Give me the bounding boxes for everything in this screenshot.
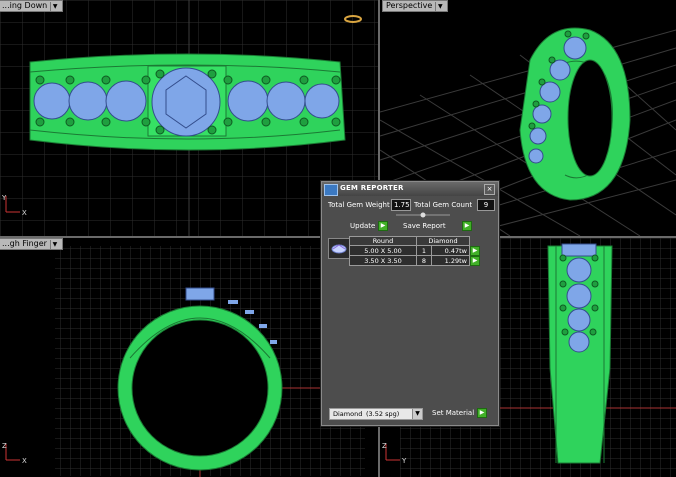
material-select-detail: (3.52 spg) bbox=[366, 410, 400, 418]
axis-gizmo bbox=[385, 444, 400, 461]
viewport-label-text: ...gh Finger bbox=[2, 239, 47, 248]
ring-top-view bbox=[29, 53, 346, 151]
axis-z-label: Z bbox=[2, 442, 7, 450]
gem-reporter-dialog: GEM REPORTER × Total Gem Weight 1.75 Tot… bbox=[321, 181, 499, 426]
viewport-label[interactable]: ...ing Down ▼ bbox=[0, 0, 64, 12]
table-row[interactable]: 5.00 X 5.00 1 0.47tw ▶ bbox=[349, 245, 481, 256]
cell-weight: 0.47tw bbox=[431, 245, 470, 256]
dropdown-arrow-icon[interactable]: ▼ bbox=[49, 240, 59, 250]
axis-y-label: Y bbox=[1, 194, 7, 202]
total-gem-count-label: Total Gem Count bbox=[414, 201, 473, 209]
header-shape: Round bbox=[349, 236, 417, 246]
round-diamond-icon bbox=[331, 244, 347, 254]
viewport-label-text: ...ing Down bbox=[2, 1, 48, 10]
total-gem-weight-value: 1.75 bbox=[391, 199, 411, 211]
material-select-value: Diamond bbox=[333, 410, 363, 418]
total-gem-weight-label: Total Gem Weight bbox=[328, 201, 390, 209]
row-select-button[interactable]: ▶ bbox=[470, 255, 480, 266]
update-button[interactable]: ▶ bbox=[378, 221, 388, 231]
axis-x-label: X bbox=[22, 209, 27, 217]
cell-count: 8 bbox=[416, 255, 432, 266]
ring-side-view bbox=[547, 243, 613, 464]
gem-thumbnail bbox=[328, 238, 351, 259]
cell-count: 1 bbox=[416, 245, 432, 256]
dialog-titlebar[interactable]: GEM REPORTER × bbox=[322, 182, 498, 196]
update-label: Update bbox=[350, 222, 376, 230]
header-material: Diamond bbox=[416, 236, 470, 246]
dialog-splitter[interactable] bbox=[396, 212, 450, 218]
save-report-button[interactable]: ▶ bbox=[462, 221, 472, 231]
app-logo-icon bbox=[324, 184, 338, 196]
viewport-label[interactable]: ...gh Finger ▼ bbox=[0, 238, 63, 250]
ring-perspective bbox=[519, 27, 631, 201]
material-select[interactable]: Diamond (3.52 spg) ▼ bbox=[329, 408, 423, 420]
dropdown-arrow-icon[interactable]: ▼ bbox=[435, 2, 444, 12]
close-button[interactable]: × bbox=[484, 184, 495, 195]
total-gem-count-value: 9 bbox=[477, 199, 495, 211]
viewport-label-text: Perspective bbox=[386, 1, 433, 10]
chevron-down-icon[interactable]: ▼ bbox=[412, 409, 422, 419]
table-row[interactable]: 3.50 X 3.50 8 1.29tw ▶ bbox=[349, 255, 481, 266]
cell-weight: 1.29tw bbox=[431, 255, 470, 266]
cad-workspace: Y X ...ing Down ▼ Perspective ▼ Z X ...g… bbox=[0, 0, 676, 477]
cell-size: 5.00 X 5.00 bbox=[349, 245, 417, 256]
row-select-button[interactable]: ▶ bbox=[470, 245, 480, 256]
gem-table: Round Diamond 5.00 X 5.00 1 0.47tw ▶ 3.5… bbox=[349, 236, 481, 266]
axis-z-label: Z bbox=[382, 442, 387, 450]
axis-y-label: Y bbox=[401, 457, 407, 465]
table-header-row: Round Diamond bbox=[349, 236, 481, 246]
viewport-label[interactable]: Perspective ▼ bbox=[382, 0, 449, 12]
axis-gizmo bbox=[5, 444, 20, 461]
cell-size: 3.50 X 3.50 bbox=[349, 255, 417, 266]
save-report-label: Save Report bbox=[403, 222, 446, 230]
axis-x-label: X bbox=[22, 457, 27, 465]
dialog-title: GEM REPORTER bbox=[340, 184, 404, 192]
set-material-label: Set Material bbox=[432, 409, 475, 417]
dropdown-arrow-icon[interactable]: ▼ bbox=[50, 2, 59, 12]
set-material-button[interactable]: ▶ bbox=[477, 408, 487, 418]
